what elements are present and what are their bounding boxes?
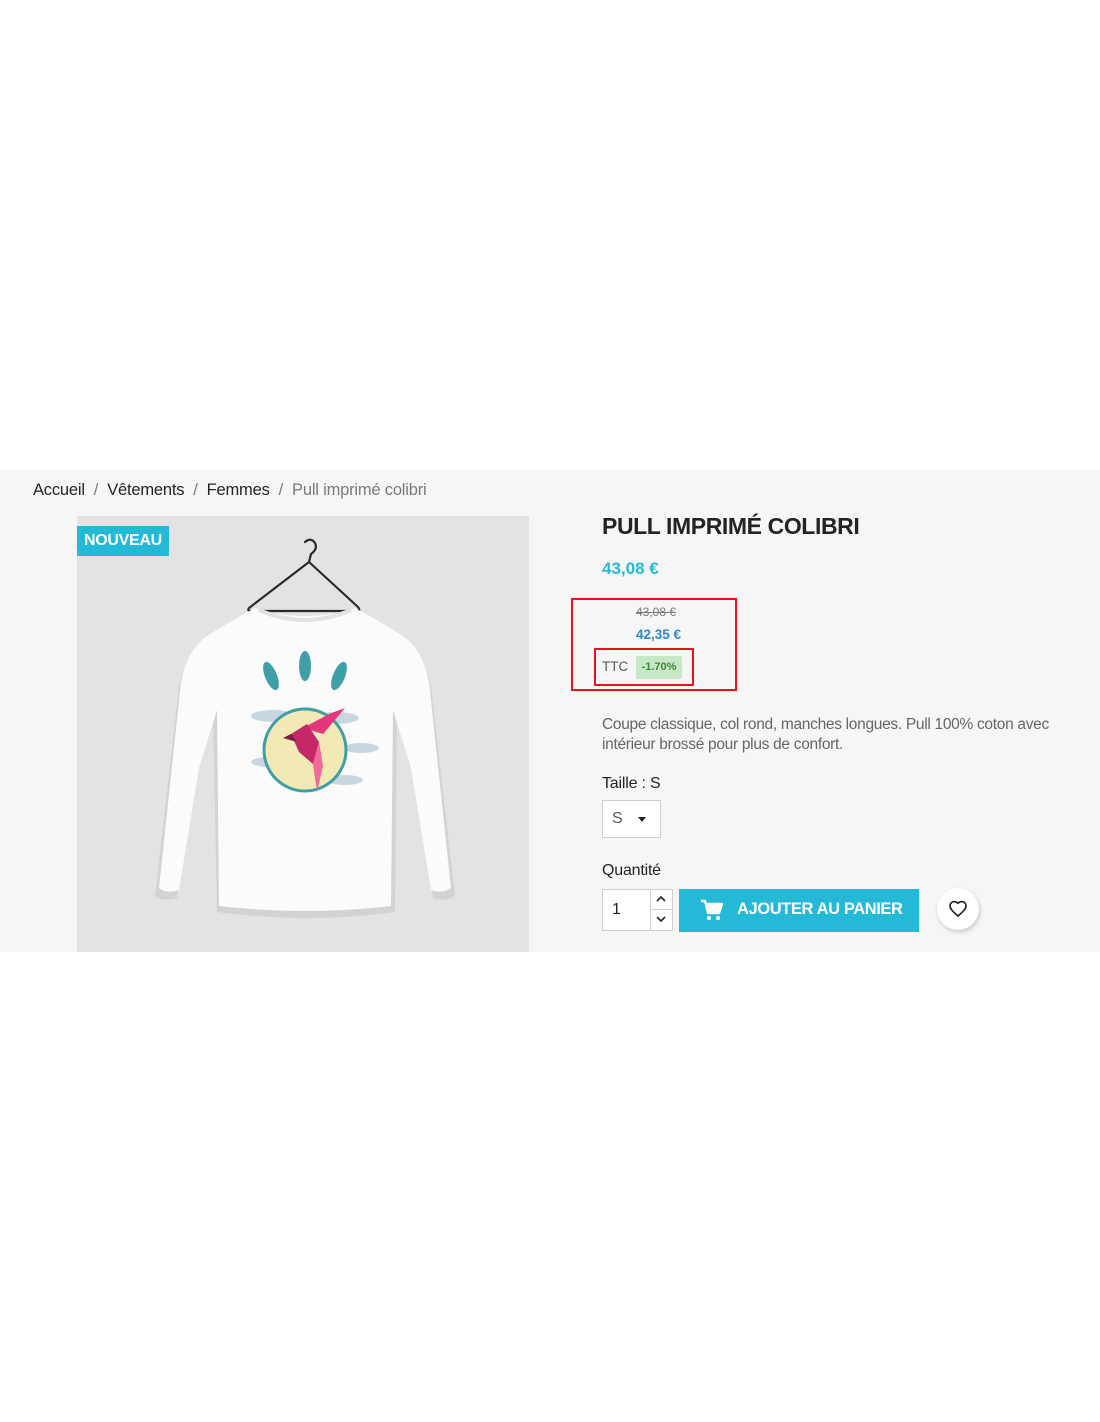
quantity-increase-button[interactable] [650, 890, 672, 910]
product-price: 43,08 € [602, 559, 659, 578]
product-description: Coupe classique, col rond, manches longu… [602, 716, 1049, 753]
breadcrumb: Accueil / Vêtements / Femmes / Pull impr… [33, 479, 427, 501]
tax-label: TTC [602, 659, 629, 674]
breadcrumb-link-vetements[interactable]: Vêtements [107, 481, 184, 500]
breadcrumb-link-femmes[interactable]: Femmes [207, 481, 270, 500]
chevron-up-icon [656, 895, 666, 902]
breadcrumb-current: Pull imprimé colibri [292, 480, 427, 499]
add-to-cart-button[interactable]: AJOUTER AU PANIER [679, 889, 919, 932]
breadcrumb-separator: / [93, 480, 99, 499]
discount-badge: -1.70% [636, 656, 682, 679]
shopping-cart-icon [701, 899, 724, 920]
add-to-cart-label: AJOUTER AU PANIER [737, 900, 903, 918]
product-image[interactable] [77, 516, 529, 952]
product-title: PULL IMPRIMÉ COLIBRI [602, 513, 860, 539]
size-select-value: S [612, 810, 623, 827]
quantity-decrease-button[interactable] [650, 910, 672, 930]
chevron-down-icon [656, 916, 666, 923]
heart-outline-icon [949, 900, 967, 918]
breadcrumb-link-accueil[interactable]: Accueil [33, 481, 85, 500]
long-sleeve-shirt-icon [155, 538, 455, 918]
size-select[interactable]: S [602, 800, 661, 838]
quantity-stepper [602, 889, 673, 931]
wishlist-button[interactable] [937, 888, 979, 930]
discounted-price: 42,35 € [636, 627, 682, 642]
breadcrumb-separator: / [193, 480, 198, 499]
quantity-input[interactable] [603, 890, 650, 930]
breadcrumb-separator: / [278, 480, 284, 499]
old-price: 43,08 € [636, 605, 677, 619]
size-label: Taille : S [602, 775, 661, 792]
new-badge: NOUVEAU [77, 526, 169, 556]
quantity-label: Quantité [602, 862, 661, 879]
caret-down-icon [638, 817, 646, 822]
page-canvas: Accueil / Vêtements / Femmes / Pull impr… [0, 0, 1100, 1422]
